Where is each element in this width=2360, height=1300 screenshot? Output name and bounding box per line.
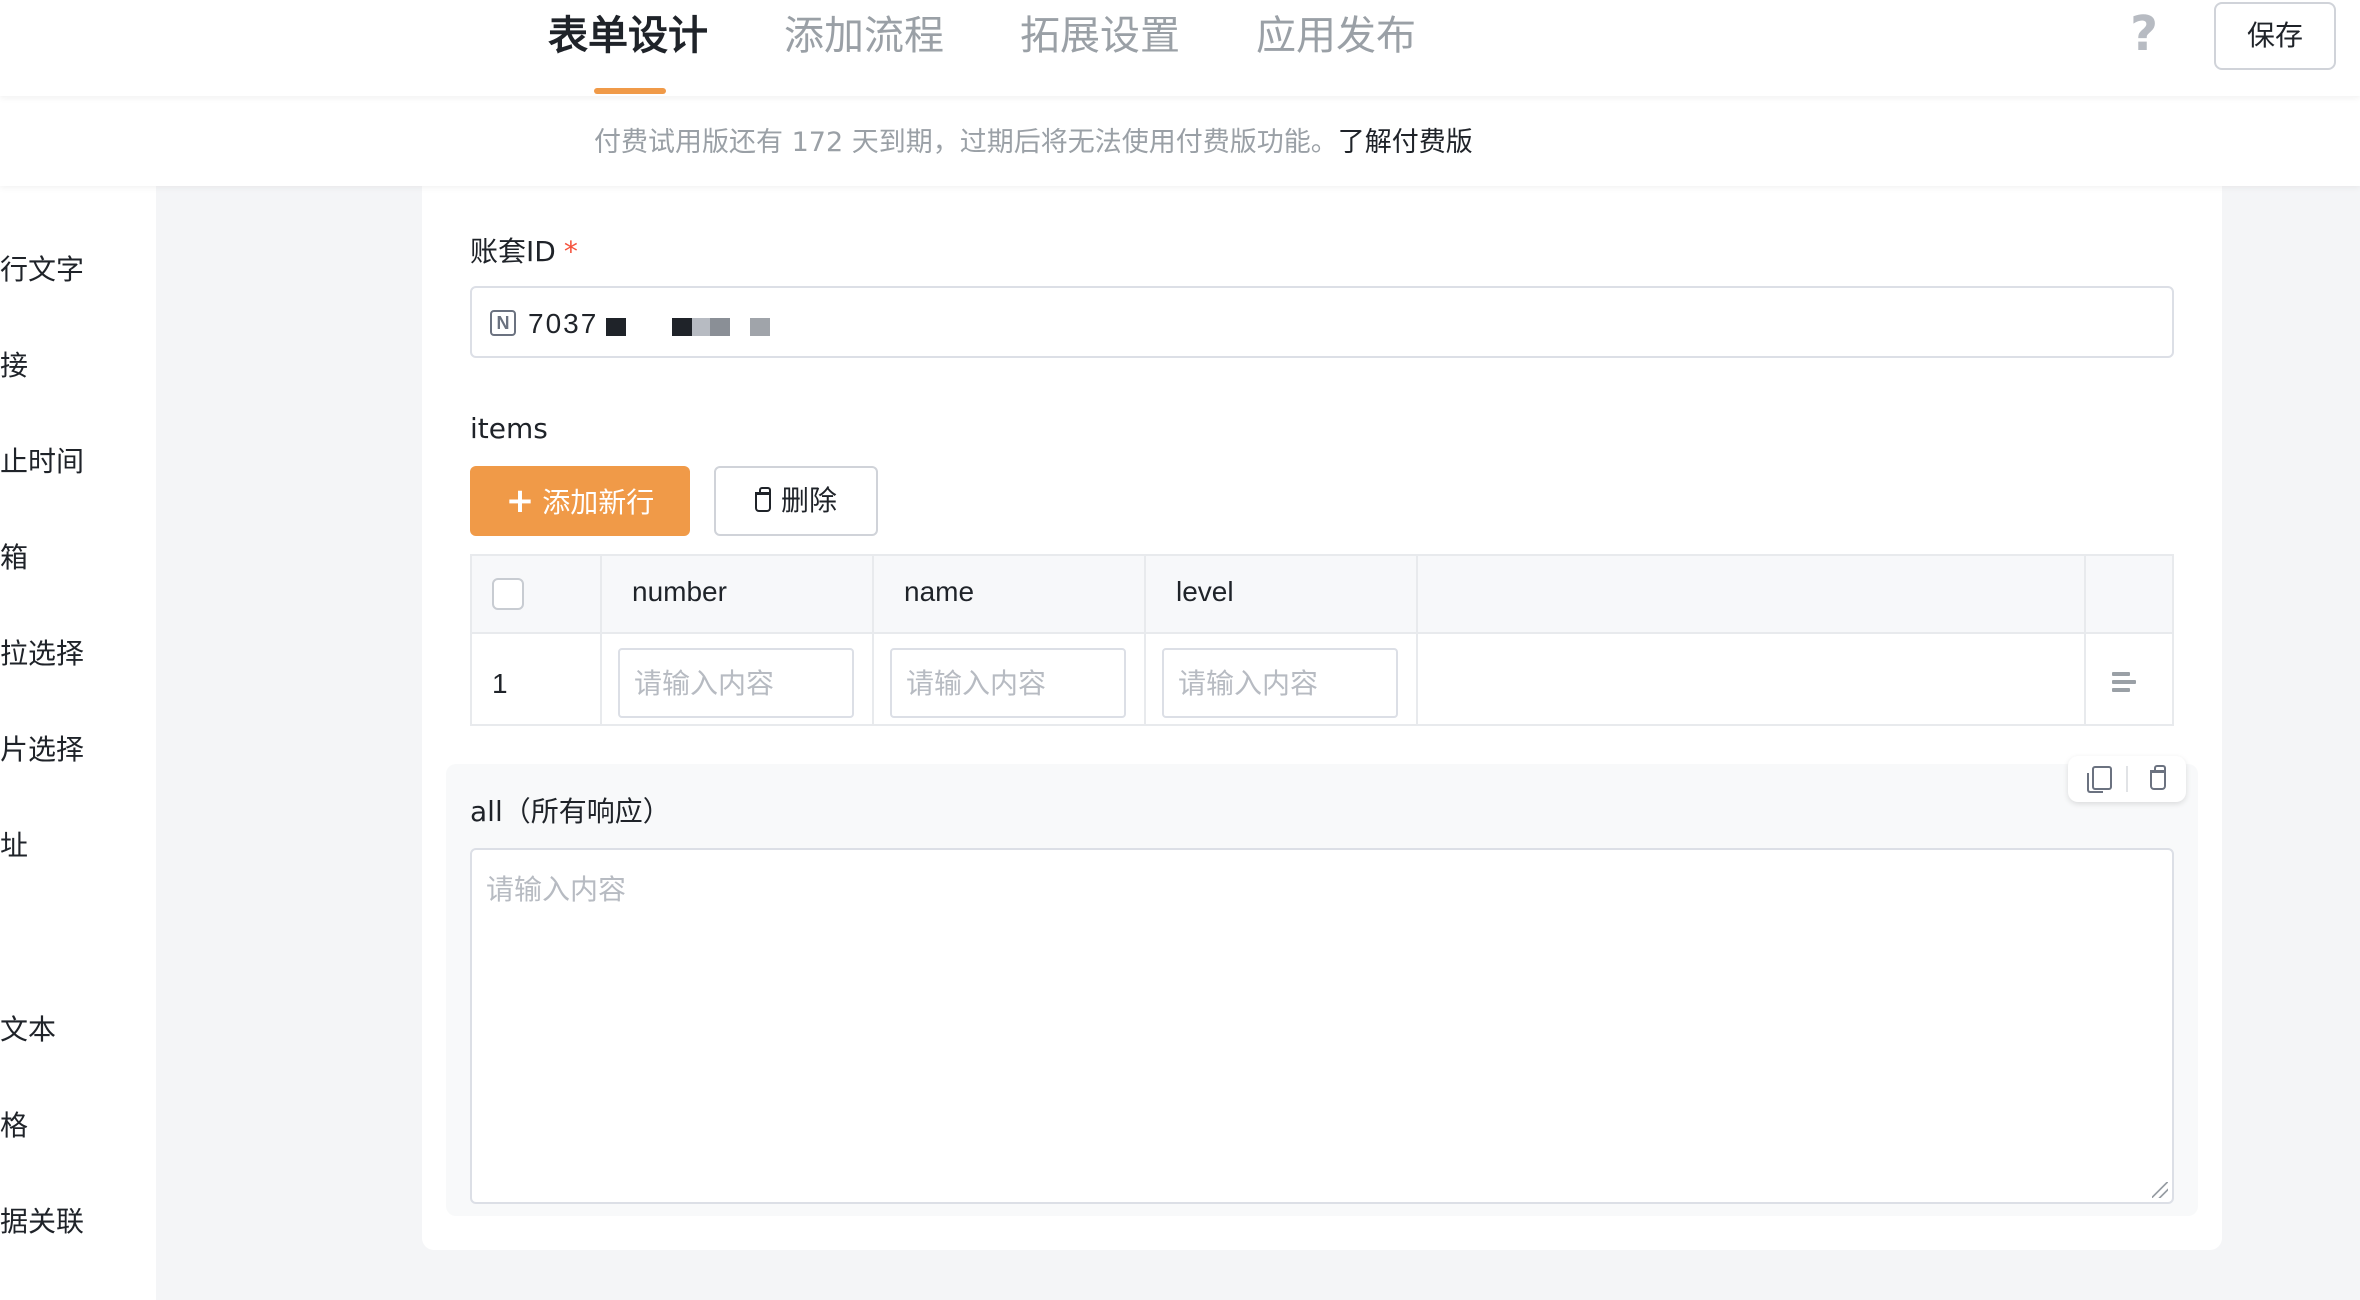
sidebar-item-label: 地址 [0,829,29,862]
name-cell-input[interactable] [890,648,1126,718]
tab-add-process[interactable]: 添加流程 [784,8,944,64]
level-cell-input[interactable] [1162,648,1398,718]
row-index: 1 [492,668,508,699]
question-mark-icon[interactable]: ? [2124,10,2164,58]
account-id-value: 7037 [528,308,599,339]
trash-icon[interactable] [2150,765,2166,790]
trial-notice-bar: 付费试用版还有 172 天到期，过期后将无法使用付费版功能。了解付费版 [0,96,2360,186]
sidebar-item-label: 富文本 [0,1013,57,1046]
component-sidebar: 多行文字 链接 起止时间 邮箱 下拉选择 图片选择 地址 富文本 表格 数据关联 [0,186,156,1300]
all-responses-textarea[interactable] [470,848,2174,1204]
column-header-number: number [632,576,727,607]
tab-app-publish[interactable]: 应用发布 [1256,8,1416,64]
sidebar-item-link[interactable]: 链接 [0,346,156,386]
textarea-resize-handle[interactable] [2152,1182,2168,1198]
items-table: number name level 1 [470,554,2174,726]
trash-icon [754,487,771,512]
number-cell-input[interactable] [618,648,854,718]
n-letter-icon: N [490,310,516,336]
sidebar-item-label: 表格 [0,1109,29,1142]
plus-icon: + [505,481,535,521]
items-label: items [470,412,548,445]
account-id-label: 账套ID * [470,230,578,270]
account-id-field[interactable]: N 7037 [470,286,2174,358]
delete-label: 删除 [780,484,837,517]
form-canvas: 账套ID * N 7037 items + 添加新行 删除 number name … [422,186,2222,1250]
sidebar-item-image-select[interactable]: 图片选择 [0,730,156,770]
select-all-checkbox[interactable] [492,578,524,610]
trial-notice-text: 付费试用版还有 172 天到期，过期后将无法使用付费版功能。 [594,127,1338,158]
add-row-label: 添加新行 [542,486,655,519]
tab-extension-settings[interactable]: 拓展设置 [1020,8,1180,64]
top-header: 表单设计 添加流程 拓展设置 应用发布 ? 保存 [0,0,2360,96]
sidebar-item-label: 下拉选择 [0,637,85,670]
items-table-header: number name level [472,556,2172,634]
column-divider [600,556,602,724]
sidebar-item-label: 多行文字 [0,253,85,286]
add-row-button[interactable]: + 添加新行 [470,466,690,536]
sidebar-item-label: 数据关联 [0,1205,85,1238]
field-toolbar [2068,756,2186,802]
required-mark: * [563,235,578,268]
sidebar-item-label: 图片选择 [0,733,85,766]
sidebar-item-rich-text[interactable]: 富文本 [0,1010,156,1050]
sidebar-item-address[interactable]: 地址 [0,826,156,866]
copy-icon[interactable] [2087,766,2112,793]
sidebar-item-multiline-text[interactable]: 多行文字 [0,250,156,290]
sidebar-item-email[interactable]: 邮箱 [0,538,156,578]
masked-value-block [750,318,770,336]
masked-value-block [606,318,626,336]
column-divider [872,556,874,724]
learn-paid-link[interactable]: 了解付费版 [1338,127,1473,158]
column-divider [2084,556,2086,724]
toolbar-divider [2126,766,2128,792]
column-header-level: level [1176,576,1234,607]
column-divider [1144,556,1146,724]
all-responses-label: all（所有响应） [470,795,671,828]
sidebar-item-label: 邮箱 [0,541,29,574]
active-tab-indicator [594,88,666,94]
sidebar-item-data-relation[interactable]: 数据关联 [0,1202,156,1242]
tab-form-design[interactable]: 表单设计 [548,8,708,64]
sidebar-item-label: 起止时间 [0,445,85,478]
delete-rows-button[interactable]: 删除 [714,466,878,536]
masked-value-block [672,318,692,336]
sidebar-item-table[interactable]: 表格 [0,1106,156,1146]
sidebar-item-dropdown[interactable]: 下拉选择 [0,634,156,674]
sidebar-item-date-range[interactable]: 起止时间 [0,442,156,482]
column-divider [1416,556,1418,724]
masked-value-block [710,318,730,336]
column-header-name: name [904,576,975,607]
masked-value-block [692,318,710,336]
account-id-label-text: 账套ID [470,235,556,268]
row-insert-icon[interactable] [2112,672,2138,696]
trial-notice: 付费试用版还有 172 天到期，过期后将无法使用付费版功能。了解付费版 [594,120,1473,159]
sidebar-item-label: 链接 [0,349,29,382]
save-button[interactable]: 保存 [2214,2,2336,70]
